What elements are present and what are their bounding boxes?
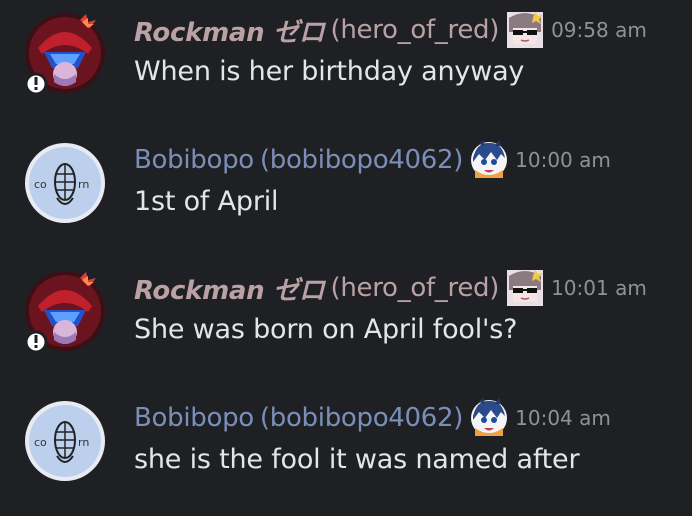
timestamp: 10:01 am [551, 276, 647, 300]
message-item: Rockman ゼロ (hero_of_red) 10:01 am She wa… [0, 258, 692, 358]
author-name[interactable]: Rockman ゼロ [134, 12, 325, 49]
message-header: Bobibopo (bobibopo4062) 10:00 am [134, 140, 611, 180]
timestamp: 10:04 am [515, 406, 611, 430]
svg-text:co: co [34, 178, 47, 191]
author-handle[interactable]: (bobibopo4062) [260, 403, 464, 433]
author-name[interactable]: Bobibopo [134, 403, 254, 433]
message-item: co rn Bobibopo (bobibopo4062) [0, 388, 692, 488]
message-header: Rockman ゼロ (hero_of_red) 09:58 am [134, 12, 647, 48]
sunglasses-girl-icon [505, 10, 545, 50]
svg-text:rn: rn [78, 178, 89, 191]
author-name[interactable]: Bobibopo [134, 145, 254, 175]
timestamp: 09:58 am [551, 18, 647, 42]
corn-logo-avatar-icon[interactable]: co rn [24, 142, 106, 224]
message-header: Bobibopo (bobibopo4062) 10:04 am [134, 398, 611, 438]
corn-logo-avatar-icon[interactable]: co rn [24, 400, 106, 482]
blue-hair-girl-icon [469, 140, 509, 180]
message-header: Rockman ゼロ (hero_of_red) 10:01 am [134, 270, 647, 306]
author-handle[interactable]: (bobibopo4062) [260, 145, 464, 175]
message-item: Rockman ゼロ (hero_of_red) 09:58 am When i… [0, 0, 692, 100]
message-text: 1st of April [134, 186, 279, 217]
timestamp: 10:00 am [515, 148, 611, 172]
author-handle[interactable]: (hero_of_red) [331, 15, 500, 45]
message-text: When is her birthday anyway [134, 56, 525, 87]
chat-log: Rockman ゼロ (hero_of_red) 09:58 am When i… [0, 0, 692, 516]
svg-text:rn: rn [78, 436, 89, 449]
blue-hair-girl-icon [469, 398, 509, 438]
message-text: She was born on April fool's? [134, 314, 518, 345]
author-handle[interactable]: (hero_of_red) [331, 273, 500, 303]
author-name[interactable]: Rockman ゼロ [134, 270, 325, 307]
message-item: co rn Bobibopo (bobibopo4062) [0, 130, 692, 230]
message-text: she is the fool it was named after [134, 444, 580, 475]
robot-helmet-avatar-icon[interactable] [24, 12, 106, 94]
svg-text:co: co [34, 436, 47, 449]
sunglasses-girl-icon [505, 268, 545, 308]
robot-helmet-avatar-icon[interactable] [24, 270, 106, 352]
